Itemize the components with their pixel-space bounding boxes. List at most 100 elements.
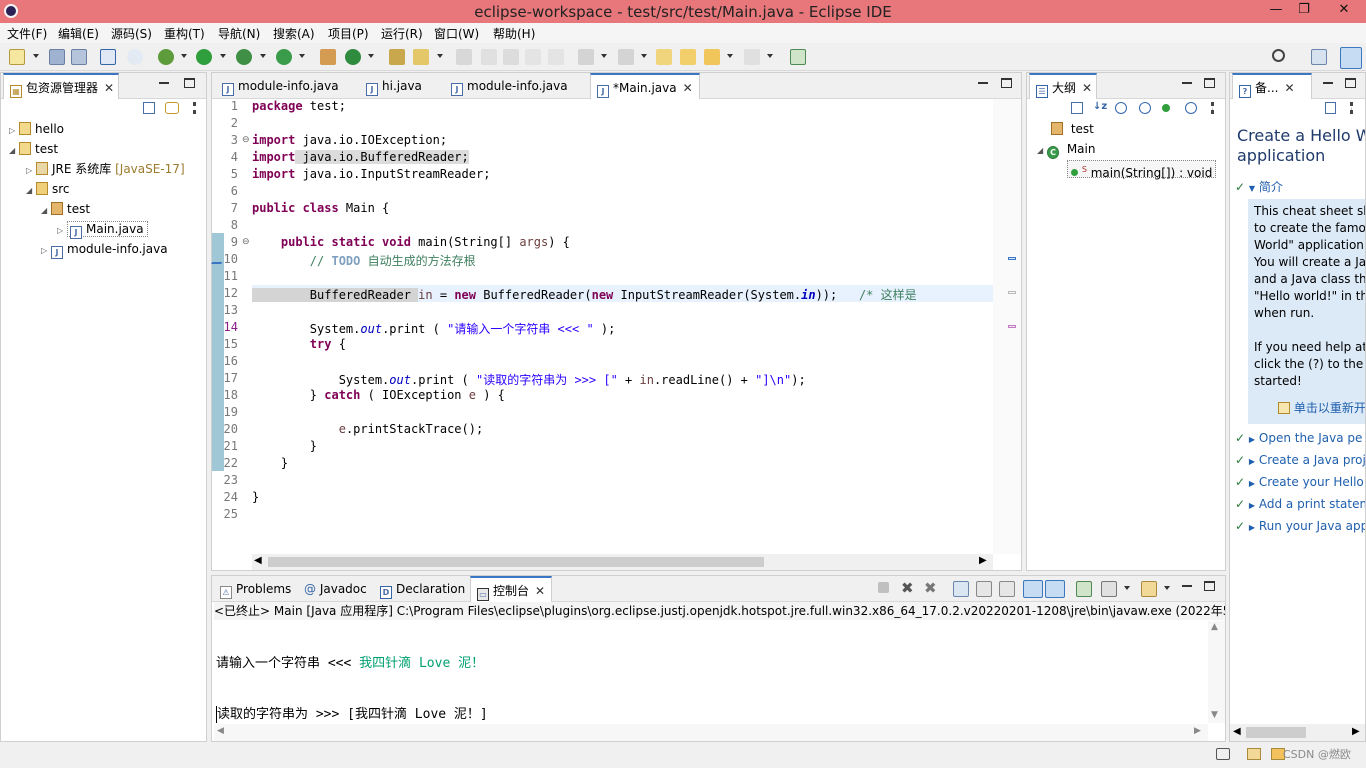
toggle-mark-icon[interactable] [481, 49, 497, 65]
cheatsheet-horizontal-scrollbar[interactable]: ◀ ▶ [1230, 724, 1365, 741]
expand-icon[interactable]: ▷ [57, 222, 67, 240]
annotation-icon[interactable] [456, 49, 472, 65]
pin-editor-icon[interactable] [790, 49, 806, 65]
console-vertical-scrollbar[interactable]: ▲ ▼ [1208, 621, 1225, 723]
expand-icon[interactable]: ▷ [9, 122, 19, 140]
collapse-icon[interactable]: ◢ [26, 182, 36, 200]
scroll-left-arrow-icon[interactable]: ◀ [1233, 726, 1241, 737]
collapse-all-icon[interactable] [1325, 102, 1336, 114]
tree-item-hello[interactable]: ▷ hello [9, 120, 64, 138]
debug-icon[interactable] [158, 49, 174, 65]
expand-icon[interactable]: ▷ [26, 162, 36, 180]
view-menu-icon[interactable] [1211, 102, 1214, 114]
sort-icon[interactable]: ↓z [1093, 101, 1107, 112]
menu-edit[interactable]: 编辑(E) [58, 25, 99, 42]
scroll-right-arrow-icon[interactable]: ▶ [1194, 726, 1201, 736]
scroll-lock-icon[interactable] [976, 581, 992, 597]
remove-all-icon[interactable]: ✖ [924, 579, 937, 597]
restore-button[interactable]: ❐ [1290, 0, 1318, 20]
back-icon[interactable] [680, 49, 696, 65]
tab-cheatsheet[interactable]: ? 备... ✕ [1232, 73, 1312, 99]
hide-static-icon[interactable] [1139, 102, 1151, 114]
maximize-view-icon[interactable] [1345, 78, 1356, 88]
minimize-button[interactable]: — [1262, 0, 1290, 20]
overview-marker[interactable] [1008, 291, 1016, 294]
scroll-right-arrow-icon[interactable]: ▶ [979, 555, 987, 566]
view-menu-icon[interactable] [193, 102, 196, 114]
view-menu-icon[interactable] [1350, 102, 1353, 114]
previous-annotation-icon[interactable] [618, 49, 634, 65]
search-toolbar-icon[interactable] [413, 49, 429, 65]
pin-console-icon[interactable] [1076, 581, 1092, 597]
restart-link[interactable]: 单击以重新开 [1278, 399, 1365, 416]
tree-item-main-java[interactable]: ▷ J Main.java [57, 220, 148, 240]
tree-item-test-project[interactable]: ◢ test [9, 140, 58, 158]
skip-breakpoints-icon[interactable] [127, 49, 143, 65]
scroll-up-arrow-icon[interactable]: ▲ [1211, 622, 1218, 632]
scroll-left-arrow-icon[interactable]: ◀ [217, 726, 224, 736]
step-item[interactable]: ✓ ▶ Create your Hello [1235, 472, 1365, 494]
open-perspective-icon[interactable] [1311, 49, 1327, 65]
next-annotation-icon[interactable] [578, 49, 594, 65]
show-on-error-icon[interactable] [1045, 580, 1065, 598]
console-horizontal-scrollbar[interactable]: ◀ ▶ [214, 724, 1208, 741]
tab-console[interactable]: ▭ 控制台 ✕ [470, 576, 553, 602]
close-icon[interactable]: ✕ [104, 81, 114, 95]
menu-search[interactable]: 搜索(A) [273, 25, 315, 42]
tree-item-test-package[interactable]: ◢ test [41, 200, 90, 218]
menu-source[interactable]: 源码(S) [111, 25, 152, 42]
menu-navigate[interactable]: 导航(N) [218, 25, 260, 42]
step-item[interactable]: ✓ ▶ Add a print statem [1235, 494, 1365, 516]
word-wrap-icon[interactable] [999, 581, 1015, 597]
open-console-icon[interactable] [1141, 581, 1157, 597]
maximize-view-icon[interactable] [1204, 581, 1215, 591]
scroll-down-arrow-icon[interactable]: ▼ [1211, 710, 1218, 720]
collapse-icon[interactable]: ◢ [1037, 142, 1047, 160]
close-icon[interactable]: ✕ [1284, 81, 1294, 95]
coverage-icon[interactable] [236, 49, 252, 65]
link-with-editor-icon[interactable] [165, 102, 179, 114]
clear-console-icon[interactable] [953, 581, 969, 597]
new-icon[interactable] [9, 49, 25, 65]
menu-project[interactable]: 项目(P) [328, 25, 369, 42]
new-java-class-icon[interactable] [345, 49, 361, 65]
menu-refactor[interactable]: 重构(T) [164, 25, 205, 42]
minimize-view-icon[interactable] [159, 82, 169, 84]
outline-item-package[interactable]: test [1051, 120, 1094, 138]
save-all-icon[interactable] [71, 49, 87, 65]
step-item[interactable]: ✓ ▶ Open the Java pe [1235, 428, 1365, 450]
minimize-view-icon[interactable] [1182, 82, 1192, 84]
close-icon[interactable]: ✕ [535, 584, 545, 598]
code-area[interactable]: package test; import java.io.IOException… [212, 73, 993, 543]
java-perspective-icon[interactable] [1340, 47, 1362, 69]
hide-fields-icon[interactable] [1115, 102, 1127, 114]
outline-item-method[interactable]: S main(String[]) : void [1067, 160, 1217, 180]
collapse-icon[interactable]: ◢ [9, 142, 19, 160]
minimize-view-icon[interactable] [1323, 82, 1333, 84]
overview-marker[interactable] [1008, 325, 1016, 328]
collapse-all-icon[interactable] [1071, 102, 1083, 114]
expand-icon[interactable]: ▷ [41, 242, 51, 260]
scrollbar-thumb[interactable] [1246, 727, 1306, 738]
external-tools-icon[interactable] [276, 49, 292, 65]
remove-launch-icon[interactable]: ✖ [901, 579, 914, 597]
close-icon[interactable]: ✕ [1082, 81, 1092, 95]
maximize-view-icon[interactable] [1204, 78, 1215, 88]
toggle-breadcrumb-icon[interactable] [503, 49, 519, 65]
tab-package-explorer[interactable]: ▦ 包资源管理器 ✕ [3, 73, 119, 99]
collapse-all-icon[interactable] [143, 102, 155, 114]
terminate-icon[interactable] [878, 582, 889, 593]
display-console-icon[interactable] [1101, 581, 1117, 597]
overview-marker[interactable] [1008, 257, 1016, 260]
run-icon[interactable] [196, 49, 212, 65]
menu-run[interactable]: 运行(R) [381, 25, 423, 42]
tab-declaration[interactable]: D Declaration [374, 576, 471, 602]
show-on-output-icon[interactable] [1023, 580, 1043, 598]
step-item[interactable]: ✓ ▶ Create a Java proj [1235, 450, 1365, 472]
scroll-right-arrow-icon[interactable]: ▶ [1352, 726, 1360, 737]
open-type-icon[interactable] [389, 49, 405, 65]
forward-arrow-icon[interactable] [744, 49, 760, 65]
tree-item-src[interactable]: ◢ src [26, 180, 70, 198]
new-java-package-icon[interactable] [320, 49, 336, 65]
hide-local-types-icon[interactable] [1185, 102, 1197, 114]
